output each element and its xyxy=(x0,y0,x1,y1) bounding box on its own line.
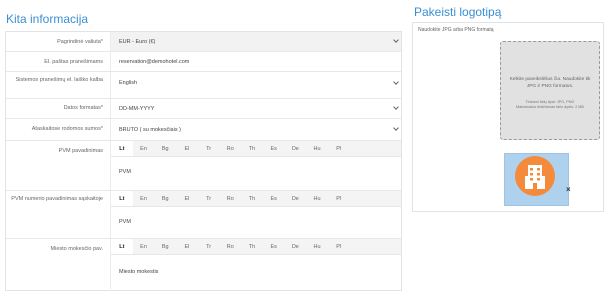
logo-panel: Naudokite JPG arba PNG formatą Kelkite p… xyxy=(412,22,604,212)
language-tab-bg[interactable]: Bg xyxy=(154,191,176,206)
language-row: Sistemos pranešimų el. laiško kalba Engl… xyxy=(6,72,401,99)
language-tab-th[interactable]: Th xyxy=(241,191,263,206)
language-tab-el[interactable]: El xyxy=(176,141,198,156)
vat-name-label: PVM pavadinimas xyxy=(58,148,103,154)
language-tab-hu[interactable]: Hu xyxy=(306,239,328,254)
vat-number-name-value: PVM xyxy=(119,219,131,225)
date-format-select[interactable]: DD-MM-YYYY xyxy=(110,99,401,118)
vat-number-name-input[interactable]: PVM xyxy=(111,207,401,238)
vat-number-name-field: Lt En Bg El Tr Ro Th Es De Hu Pl PVM xyxy=(110,191,401,238)
settings-form: Pagrindinė valiuta* EUR - Euro (€) El. p… xyxy=(5,31,402,291)
vat-name-field: Lt En Bg El Tr Ro Th Es De Hu Pl PVM xyxy=(110,141,401,190)
hotel-logo-icon xyxy=(515,156,555,196)
logo-preview xyxy=(504,153,569,206)
language-tab-pl[interactable]: Pl xyxy=(328,239,350,254)
language-select[interactable]: English xyxy=(110,72,401,98)
language-tab-pl[interactable]: Pl xyxy=(328,191,350,206)
date-format-value: DD-MM-YYYY xyxy=(119,106,155,112)
dropzone-size: Maksimalus leidžiamas failo dydis: 2 MB xyxy=(516,105,584,109)
chevron-down-icon xyxy=(393,104,399,110)
chevron-down-icon xyxy=(393,125,399,131)
vat-number-name-row: PVM numerio pavadinimas sąskaitoje Lt En B… xyxy=(6,191,401,239)
dropzone-info: Tinkami failų tipai: JPG, PNG Maksimalus… xyxy=(507,100,593,110)
language-tab-bg[interactable]: Bg xyxy=(154,239,176,254)
language-tab-en[interactable]: En xyxy=(133,191,155,206)
language-tab-de[interactable]: De xyxy=(285,191,307,206)
email-row: El. paštas pranešimams reservation@demoh… xyxy=(6,52,401,72)
language-tab-de[interactable]: De xyxy=(285,239,307,254)
currency-label: Pagrindinė valiuta* xyxy=(57,39,103,45)
language-tab-lt[interactable]: Lt xyxy=(111,239,133,254)
currency-select[interactable]: EUR - Euro (€) xyxy=(110,32,401,51)
language-tab-bg[interactable]: Bg xyxy=(154,141,176,156)
language-tabs: Lt En Bg El Tr Ro Th Es De Hu Pl xyxy=(111,141,401,157)
language-tab-hu[interactable]: Hu xyxy=(306,191,328,206)
language-tab-es[interactable]: Es xyxy=(263,191,285,206)
language-tab-ro[interactable]: Ro xyxy=(219,239,241,254)
language-tab-tr[interactable]: Tr xyxy=(198,191,220,206)
language-tab-es[interactable]: Es xyxy=(263,239,285,254)
date-format-row: Datos formatas* DD-MM-YYYY xyxy=(6,99,401,119)
language-tab-tr[interactable]: Tr xyxy=(198,141,220,156)
language-tab-pl[interactable]: Pl xyxy=(328,141,350,156)
dropzone-text: Kelkite paveikslėlius čia. Naudokite tik… xyxy=(509,77,591,89)
email-value: reservation@demohotel.com xyxy=(119,59,190,65)
language-tab-en[interactable]: En xyxy=(133,239,155,254)
chevron-down-icon xyxy=(393,79,399,85)
city-tax-field: Lt En Bg El Tr Ro Th Es De Hu Pl Miesto mokestis xyxy=(110,239,401,291)
language-tab-ro[interactable]: Ro xyxy=(219,191,241,206)
price-display-row: Ataskaitose rodomos sumos* BRUTO ( su mo… xyxy=(6,119,401,141)
price-display-select[interactable]: BRUTO ( su mokesčiais ) xyxy=(110,119,401,140)
logo-dropzone[interactable]: Kelkite paveikslėlius čia. Naudokite tik… xyxy=(500,41,600,140)
vat-name-row: PVM pavadinimas Lt En Bg El Tr Ro Th Es De Hu Pl P… xyxy=(6,141,401,191)
city-tax-row: Miesto mokesčio pav. Lt En Bg El Tr Ro Th Es De H… xyxy=(6,239,401,291)
language-tab-lt[interactable]: Lt xyxy=(111,191,133,206)
language-tab-hu[interactable]: Hu xyxy=(306,141,328,156)
chevron-down-icon xyxy=(393,37,399,43)
language-tab-ro[interactable]: Ro xyxy=(219,141,241,156)
language-label: Sistemos pranešimų el. laiško kalba xyxy=(15,77,103,83)
language-tab-tr[interactable]: Tr xyxy=(198,239,220,254)
language-tab-en[interactable]: En xyxy=(133,141,155,156)
language-tab-de[interactable]: De xyxy=(285,141,307,156)
vat-number-name-label: PVM numerio pavadinimas sąskaitoje xyxy=(11,196,103,202)
city-tax-value: Miesto mokestis xyxy=(119,269,159,275)
date-format-label: Datos formatas* xyxy=(63,105,103,111)
logo-section-title: Pakeisti logotipą xyxy=(414,5,502,19)
language-tab-th[interactable]: Th xyxy=(241,239,263,254)
logo-hint: Naudokite JPG arba PNG formatą xyxy=(418,27,494,33)
email-field[interactable]: reservation@demohotel.com xyxy=(110,52,401,71)
page-title: Kita informacija xyxy=(6,12,89,26)
email-label: El. paštas pranešimams xyxy=(44,59,103,65)
language-tabs: Lt En Bg El Tr Ro Th Es De Hu Pl xyxy=(111,239,401,255)
language-tab-th[interactable]: Th xyxy=(241,141,263,156)
currency-row: Pagrindinė valiuta* EUR - Euro (€) xyxy=(6,32,401,52)
price-display-value: BRUTO ( su mokesčiais ) xyxy=(119,127,181,133)
vat-name-input[interactable]: PVM xyxy=(111,157,401,190)
city-tax-label: Miesto mokesčio pav. xyxy=(50,246,103,252)
language-value: English xyxy=(119,80,138,86)
language-tabs: Lt En Bg El Tr Ro Th Es De Hu Pl xyxy=(111,191,401,207)
language-tab-el[interactable]: El xyxy=(176,239,198,254)
price-display-label: Ataskaitose rodomos sumos* xyxy=(31,126,103,132)
vat-name-value: PVM xyxy=(119,169,131,175)
currency-value: EUR - Euro (€) xyxy=(119,39,156,45)
city-tax-input[interactable]: Miesto mokestis xyxy=(111,255,401,291)
language-tab-el[interactable]: El xyxy=(176,191,198,206)
language-tab-lt[interactable]: Lt xyxy=(111,141,133,156)
remove-logo-icon[interactable]: × xyxy=(566,185,571,194)
language-tab-es[interactable]: Es xyxy=(263,141,285,156)
